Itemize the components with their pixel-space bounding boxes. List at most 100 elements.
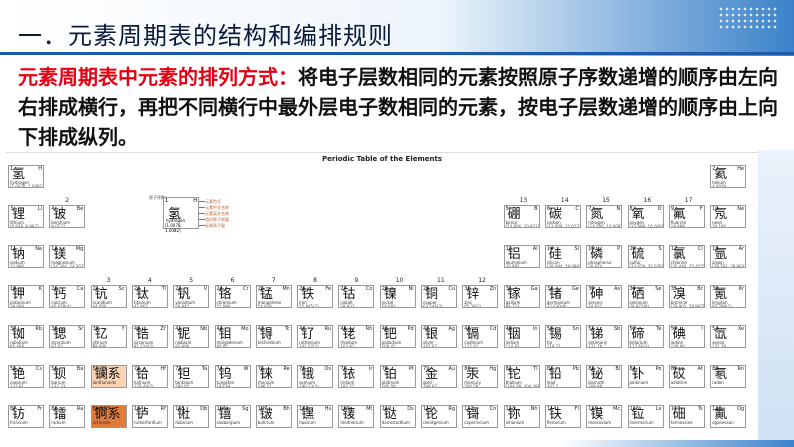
element-symbol: Pd xyxy=(407,326,414,332)
element-atomic-mass: 39.098 xyxy=(10,304,24,308)
element-atomic-mass: [6.938, 6.997] xyxy=(10,224,39,228)
group-number-label: 3 xyxy=(106,277,111,284)
element-atomic-mass: 55.845(2) xyxy=(299,304,319,308)
element-atomic-mass: 195.08 xyxy=(381,384,396,388)
element-symbol: Po xyxy=(655,366,662,372)
element-cell-te: 52 Te 碲 tellurium 127.60(3) xyxy=(627,325,664,348)
element-symbol: As xyxy=(614,286,621,292)
legend-sample-mass: [1.0078, 1.0082] xyxy=(165,223,182,233)
decorative-dots xyxy=(718,6,778,30)
element-cell-ba: 56 Ba 钡 barium 137.33 xyxy=(49,365,86,388)
element-atomic-mass: 44.956 xyxy=(92,304,107,308)
element-cell-mg: 12 Mg 镁 magnesium [24.304, 24.307] xyxy=(49,245,86,268)
element-atomic-mass: 22.990 xyxy=(10,264,24,268)
element-atomic-mass: 30.974 xyxy=(588,264,603,268)
element-symbol: Cl xyxy=(697,246,703,252)
element-atomic-mass: 107.87 xyxy=(423,344,437,348)
group-number-label: 16 xyxy=(643,197,652,204)
element-symbol: Nh xyxy=(530,406,538,412)
element-atomic-mass: 50.942 xyxy=(175,304,190,308)
element-atomic-mass: [39.792, 39.963] xyxy=(712,264,746,268)
header-divider xyxy=(0,52,794,55)
element-cell-rf: 104 Rf 𬬻 rutherfordium xyxy=(131,405,168,428)
element-cell-in: 49 In 铟 indium 114.82 xyxy=(503,325,540,348)
element-symbol: Sn xyxy=(572,326,579,332)
element-symbol: Re xyxy=(283,366,290,372)
element-symbol: N xyxy=(616,206,621,212)
element-atomic-mass: 102.91 xyxy=(340,344,355,348)
element-english-name: nihonium xyxy=(505,420,525,425)
element-english-name: hassium xyxy=(299,420,316,425)
element-symbol: Sg xyxy=(242,406,249,412)
element-atomic-mass: 180.95 xyxy=(175,384,190,388)
element-cell-sg: 106 Sg 𬭳 seaborgium xyxy=(214,405,251,428)
element-cell-ds: 110 Ds 𫟼 darmstadtium xyxy=(379,405,416,428)
element-cell-ge: 32 Ge 锗 germanium 72.630(8) xyxy=(544,285,581,308)
element-cell-ga: 31 Ga 镓 gallium 69.723 xyxy=(503,285,540,308)
element-cell-se: 34 Se 硒 selenium 78.971(8) xyxy=(627,285,664,308)
element-atomic-mass: 9.0122 xyxy=(51,224,66,228)
group-number-label: 5 xyxy=(189,277,194,284)
element-symbol: Sc xyxy=(118,286,125,292)
element-english-name: actinoids xyxy=(92,420,111,425)
element-cell-db: 105 Db 𬭊 dubnium xyxy=(173,405,210,428)
element-cell-c: 6 C 碳 carbon [12.009, 12.012] xyxy=(544,205,581,228)
element-cell-lv: 116 Lv 𫟷 livermorium xyxy=(627,405,664,428)
element-cell-hs: 108 Hs 𬭶 hassium xyxy=(297,405,334,428)
element-symbol: Db xyxy=(200,406,208,412)
element-cell-ar: 18 Ar 氩 argon [39.792, 39.963] xyxy=(710,245,747,268)
description-paragraph: 元素周期表中元素的排列方式：将电子层数相同的元素按照原子序数递增的顺序由左向右排… xyxy=(18,62,778,152)
element-english-name: copernicium xyxy=(464,420,489,425)
element-atomic-mass: 69.723 xyxy=(505,304,520,308)
group-number-label: 4 xyxy=(147,277,152,284)
element-cell-ne: 10 Ne 氖 neon 20.180 xyxy=(710,205,747,228)
element-symbol: Cr xyxy=(242,286,249,292)
element-symbol: Rb xyxy=(35,326,42,332)
element-atomic-mass: 87.62 xyxy=(51,344,63,348)
element-cell-sb: 51 Sb 锑 antimony 121.76 xyxy=(586,325,623,348)
element-symbol: Ds xyxy=(407,406,414,412)
element-atomic-mass: 51.996 xyxy=(216,304,231,308)
element-symbol: Si xyxy=(574,246,579,252)
element-cell-cn: 112 Cn 鿔 copernicium xyxy=(462,405,499,428)
element-symbol: F xyxy=(699,206,703,212)
element-symbol: Pb xyxy=(572,366,579,372)
element-cell-pd: 46 Pd 钯 palladium 106.42 xyxy=(379,325,416,348)
element-cell-i: 53 I 碘 iodine 126.90 xyxy=(668,325,705,348)
element-symbol: Ir xyxy=(368,366,373,372)
element-english-name: tennessine xyxy=(670,420,693,425)
element-english-name: flerovium xyxy=(546,420,566,425)
element-cell-f: 9 F 氟 fluorine 18.998 xyxy=(668,205,705,228)
element-cell-v: 23 V 钒 vanadium 50.942 xyxy=(173,285,210,308)
element-atomic-mass: 101.07(2) xyxy=(299,344,319,348)
element-symbol: I xyxy=(701,326,703,332)
group-number-label: 9 xyxy=(354,277,359,284)
element-symbol: Mt xyxy=(366,406,373,412)
element-cell-bh: 107 Bh 𬭛 bohrium xyxy=(255,405,292,428)
element-atomic-mass: [1.0078, 1.0082] xyxy=(10,184,44,188)
group-number-label: 2 xyxy=(65,197,70,204)
element-cell-ca: 20 Ca 钙 calcium 40.078(4) xyxy=(49,285,86,308)
element-cell-pt: 78 Pt 铂 platinum 195.08 xyxy=(379,365,416,388)
element-cell-nb: 41 Nb 铌 niobium 92.906 xyxy=(173,325,210,348)
element-atomic-mass: [32.059, 32.076] xyxy=(629,264,664,268)
element-cell-ag: 47 Ag 银 silver 107.87 xyxy=(421,325,457,348)
element-symbol: Sb xyxy=(613,326,621,332)
element-cell-mt: 109 Mt 鿏 meitnerium xyxy=(338,405,375,428)
group-number-label: 15 xyxy=(602,197,610,204)
element-atomic-mass: 54.938 xyxy=(257,304,272,308)
group-number-label: 14 xyxy=(560,197,569,204)
periodic-table-legend: 原子序数 1 H 氢 hydrogen [1.0078, 1.0082] 元素符… xyxy=(149,193,239,233)
element-cell-as: 33 As 砷 arsenic 74.922 xyxy=(586,285,623,308)
element-english-name: rutherfordium xyxy=(133,420,162,425)
element-english-name: livermorium xyxy=(629,420,654,425)
element-english-name: francium xyxy=(10,420,28,425)
element-symbol: Br xyxy=(697,286,703,292)
element-symbol: Rg xyxy=(448,406,455,412)
element-cell-o: 8 O 氧 oxygen [15.999, 16.000] xyxy=(627,205,664,228)
element-symbol: Ca xyxy=(76,286,84,292)
element-symbol: Mc xyxy=(613,406,621,412)
element-atomic-mass: 126.90 xyxy=(670,344,685,348)
group-number-label: 6 xyxy=(230,277,235,284)
element-english-name: dubnium xyxy=(175,420,193,425)
